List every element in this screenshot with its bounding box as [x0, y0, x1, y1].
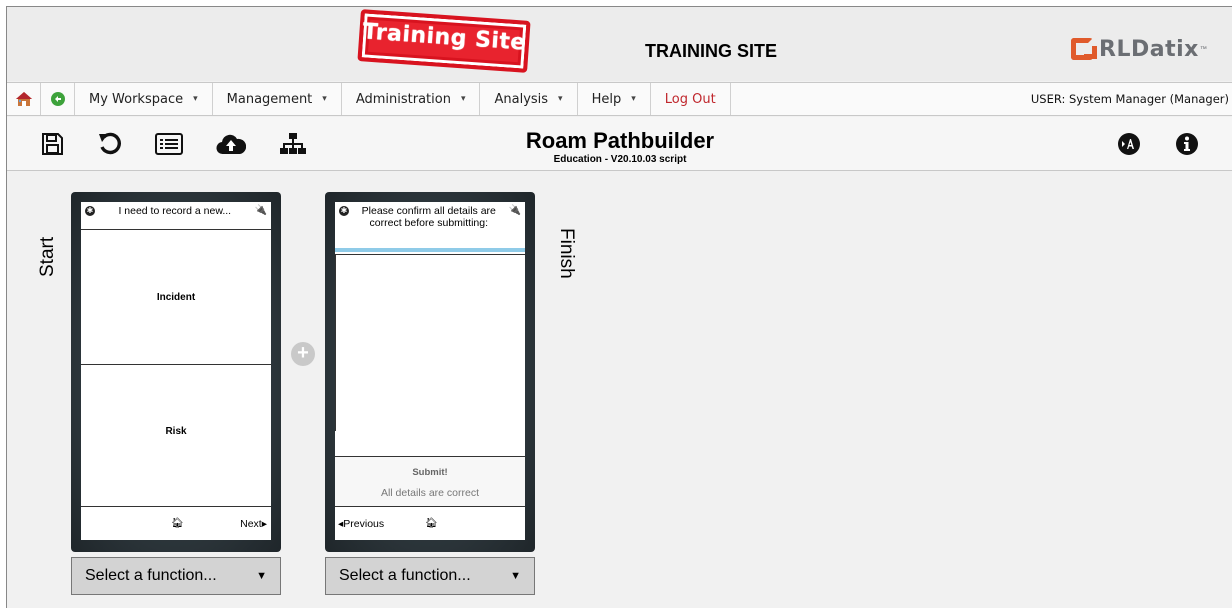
progress-bar [335, 248, 525, 252]
screen-footer-2: ◂Previous 🏠︎ [335, 506, 525, 540]
pathbuilder-toolbar: Roam Pathbuilder Education - V20.10.03 s… [7, 117, 1232, 171]
plug-icon[interactable]: 🔌 [255, 205, 267, 216]
main-menu-bar: My Workspace ▾ Management ▾ Administrati… [7, 82, 1232, 116]
chevron-down-icon: ▾ [558, 94, 563, 104]
screen-question: I need to record a new... [118, 205, 232, 217]
submit-panel[interactable]: Submit! All details are correct [335, 456, 525, 506]
plus-icon: + [297, 342, 309, 364]
choice-incident[interactable]: Incident [81, 229, 271, 364]
logo-mark-icon [1071, 38, 1097, 60]
refresh-icon [50, 92, 65, 106]
screen-question: Please confirm all details are correct b… [361, 205, 496, 229]
chevron-down-icon: ▼ [256, 570, 267, 582]
settings-dot-icon[interactable]: ✱ [339, 206, 349, 216]
chevron-down-icon: ▾ [193, 94, 198, 104]
accessibility-icon [1118, 133, 1140, 155]
rldatix-logo: RLDatix ™ [1071, 34, 1207, 64]
menu-help[interactable]: Help ▾ [578, 83, 651, 115]
finish-label: Finish [556, 228, 577, 279]
menu-analysis[interactable]: Analysis ▾ [480, 83, 578, 115]
settings-dot-icon[interactable]: ✱ [85, 206, 95, 216]
next-link[interactable]: Next▸ [240, 518, 267, 530]
top-banner: Training Site TRAINING SITE RLDatix ™ [7, 7, 1232, 81]
logo-text: RLDatix [1099, 36, 1199, 62]
logo-tm: ™ [1199, 45, 1207, 53]
home-icon[interactable]: 🏠︎ [425, 518, 438, 529]
logout-link[interactable]: Log Out [651, 83, 731, 115]
chevron-down-icon: ▼ [510, 570, 521, 582]
path-canvas: Start ✱ I need to record a new... 🔌 Inci… [7, 172, 1232, 608]
menu-administration[interactable]: Administration ▾ [342, 83, 481, 115]
chevron-down-icon: ▾ [460, 94, 466, 104]
accessibility-button[interactable] [1114, 130, 1144, 158]
function-select-1[interactable]: Select a function... ▼ [71, 557, 281, 595]
submit-label: Submit! [412, 467, 448, 478]
app-frame: Training Site TRAINING SITE RLDatix ™ My… [6, 6, 1232, 608]
home-icon[interactable]: 🏠︎ [171, 518, 184, 529]
screen-preview-2: ✱ Please confirm all details are correct… [335, 202, 525, 540]
current-user-label: USER: System Manager (Manager) [1030, 92, 1229, 106]
home-icon [15, 92, 32, 106]
menu-my-workspace[interactable]: My Workspace ▾ [75, 83, 213, 115]
site-title: TRAINING SITE [645, 41, 778, 61]
menu-management[interactable]: Management ▾ [213, 83, 342, 115]
page-title: Roam Pathbuilder [525, 128, 715, 153]
function-select-2[interactable]: Select a function... ▼ [325, 557, 535, 595]
screen-preview-1: ✱ I need to record a new... 🔌 Incident R… [81, 202, 271, 540]
chevron-down-icon: ▾ [322, 94, 327, 104]
screen-card-2[interactable]: ✱ Please confirm all details are correct… [325, 192, 535, 552]
choice-risk[interactable]: Risk [81, 364, 271, 498]
add-screen-button[interactable]: + [291, 342, 315, 366]
confirm-text: All details are correct [380, 487, 480, 499]
screen-header-1: ✱ I need to record a new... 🔌 [81, 202, 271, 220]
screen-header-2: ✱ Please confirm all details are correct… [335, 202, 525, 232]
info-button[interactable] [1172, 130, 1202, 158]
chevron-down-icon: ▾ [631, 94, 636, 104]
start-label: Start [37, 236, 58, 277]
plug-icon[interactable]: 🔌 [509, 205, 521, 216]
home-menu-button[interactable] [7, 83, 41, 115]
info-icon [1176, 133, 1198, 155]
previous-link[interactable]: ◂Previous [338, 518, 384, 530]
refresh-menu-button[interactable] [41, 83, 75, 115]
screen-footer-1: 🏠︎ Next▸ [81, 506, 271, 540]
screen-card-1[interactable]: ✱ I need to record a new... 🔌 Incident R… [71, 192, 281, 552]
page-subtitle: Education - V20.10.03 script [553, 154, 687, 165]
training-site-stamp: Training Site [357, 9, 531, 73]
